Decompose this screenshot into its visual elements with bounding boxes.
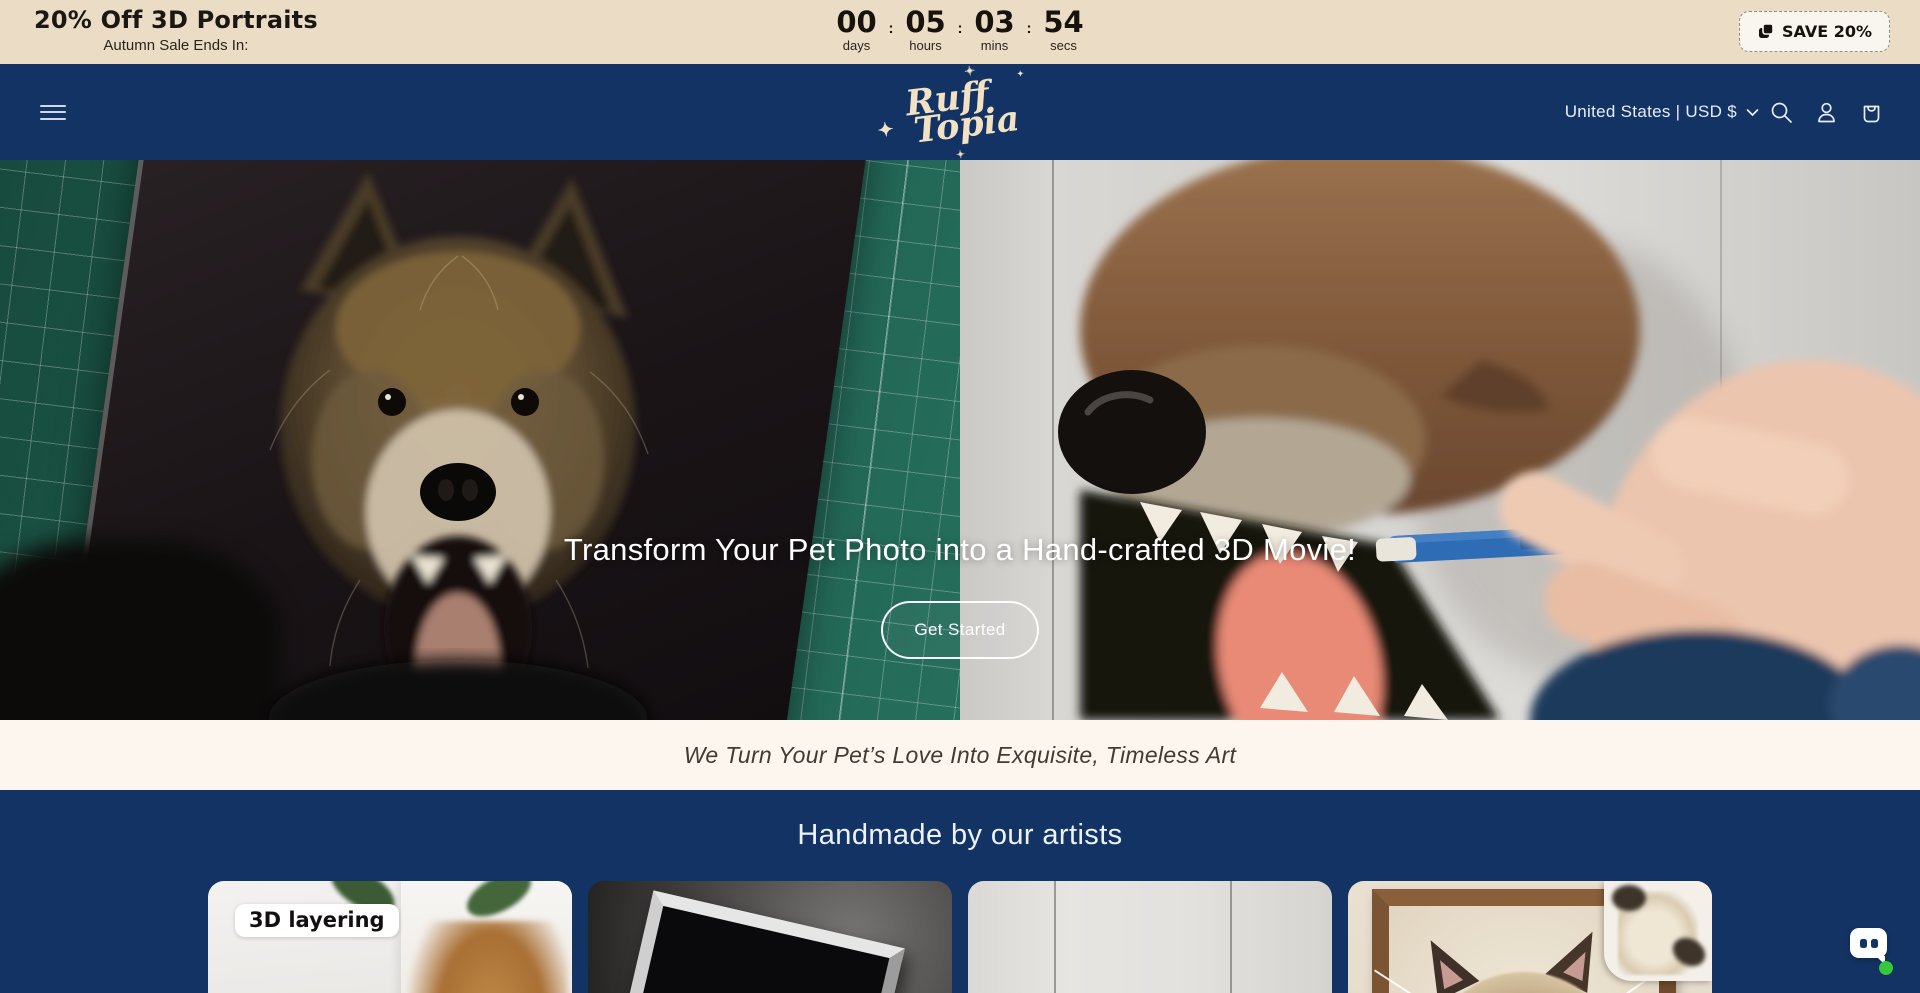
reference-cat-photo-inset: [1604, 881, 1712, 981]
sparkle-icon: ✦: [877, 122, 895, 139]
artist-cards-row: 3D layering: [0, 881, 1920, 993]
countdown-secs-label: secs: [1050, 38, 1077, 53]
save-button-label: SAVE 20%: [1782, 22, 1872, 41]
announcement-bar: 20% Off 3D Portraits Autumn Sale Ends In…: [0, 0, 1920, 64]
countdown-hours-label: hours: [909, 38, 942, 53]
artists-section: Handmade by our artists 3D layering: [0, 790, 1920, 993]
announcement-title: 20% Off 3D Portraits: [34, 6, 318, 34]
countdown-mins: 03 mins: [967, 7, 1023, 53]
countdown-separator: :: [1027, 20, 1032, 37]
hero-section: Transform Your Pet Photo into a Hand-cra…: [0, 160, 1920, 720]
country-currency-selector[interactable]: United States | USD $: [1565, 102, 1759, 122]
cart-button[interactable]: [1849, 90, 1894, 135]
announcement-subtitle: Autumn Sale Ends In:: [34, 37, 318, 54]
cart-bag-icon: [1860, 101, 1883, 124]
tag-copy-icon: [1757, 23, 1774, 40]
countdown-hours-value: 05: [905, 7, 945, 37]
logo-text-line2: Topia: [912, 105, 1020, 146]
countdown-days-label: days: [843, 38, 870, 53]
search-icon: [1770, 101, 1793, 124]
golden-dog-art: [408, 921, 568, 993]
card-framed-portrait[interactable]: [588, 881, 952, 993]
artists-heading: Handmade by our artists: [0, 790, 1920, 852]
menu-button[interactable]: [40, 100, 66, 124]
countdown-secs-value: 54: [1043, 7, 1083, 37]
countdown-days-value: 00: [836, 7, 876, 37]
hero-heading: Transform Your Pet Photo into a Hand-cra…: [0, 532, 1920, 568]
hamburger-icon: [40, 105, 66, 107]
countdown-separator: :: [958, 20, 963, 37]
card-cat-portrait[interactable]: [1348, 881, 1712, 993]
get-started-button[interactable]: Get Started: [881, 601, 1039, 659]
chevron-down-icon: [1746, 108, 1759, 117]
header-actions: United States | USD $: [1565, 64, 1894, 160]
sparkle-icon: ✦: [1017, 70, 1024, 77]
search-button[interactable]: [1759, 90, 1804, 135]
country-currency-label: United States | USD $: [1565, 102, 1737, 122]
countdown-separator: :: [889, 20, 894, 37]
site-header: ✦ ✦ ✦ ✦ Ruff Topia United States | USD $: [0, 64, 1920, 160]
countdown-days: 00 days: [829, 7, 885, 53]
silver-frame: [588, 890, 905, 993]
logo[interactable]: ✦ ✦ ✦ ✦ Ruff Topia: [899, 77, 1021, 147]
chat-bubble-icon: [1850, 928, 1887, 958]
tagline-text: We Turn Your Pet’s Love Into Exquisite, …: [684, 742, 1236, 769]
card-canvas-painting[interactable]: [968, 881, 1332, 993]
countdown-mins-label: mins: [981, 38, 1008, 53]
chat-widget-button[interactable]: [1850, 928, 1898, 980]
hero-overlay: Transform Your Pet Photo into a Hand-cra…: [0, 160, 1920, 720]
countdown-timer: 00 days : 05 hours : 03 mins : 54 secs: [829, 7, 1092, 53]
countdown-secs: 54 secs: [1036, 7, 1092, 53]
countdown-mins-value: 03: [974, 7, 1014, 37]
account-button[interactable]: [1804, 90, 1849, 135]
save-20-button[interactable]: SAVE 20%: [1739, 11, 1890, 52]
tagline-strip: We Turn Your Pet’s Love Into Exquisite, …: [0, 720, 1920, 790]
countdown-hours: 05 hours: [898, 7, 954, 53]
account-icon: [1815, 101, 1838, 124]
card-3d-layering[interactable]: 3D layering: [208, 881, 572, 993]
announcement-text-block: 20% Off 3D Portraits Autumn Sale Ends In…: [34, 6, 318, 54]
sparkle-icon: ✦: [964, 67, 976, 79]
card-badge-3d-layering: 3D layering: [235, 904, 399, 937]
online-status-dot: [1879, 961, 1893, 975]
